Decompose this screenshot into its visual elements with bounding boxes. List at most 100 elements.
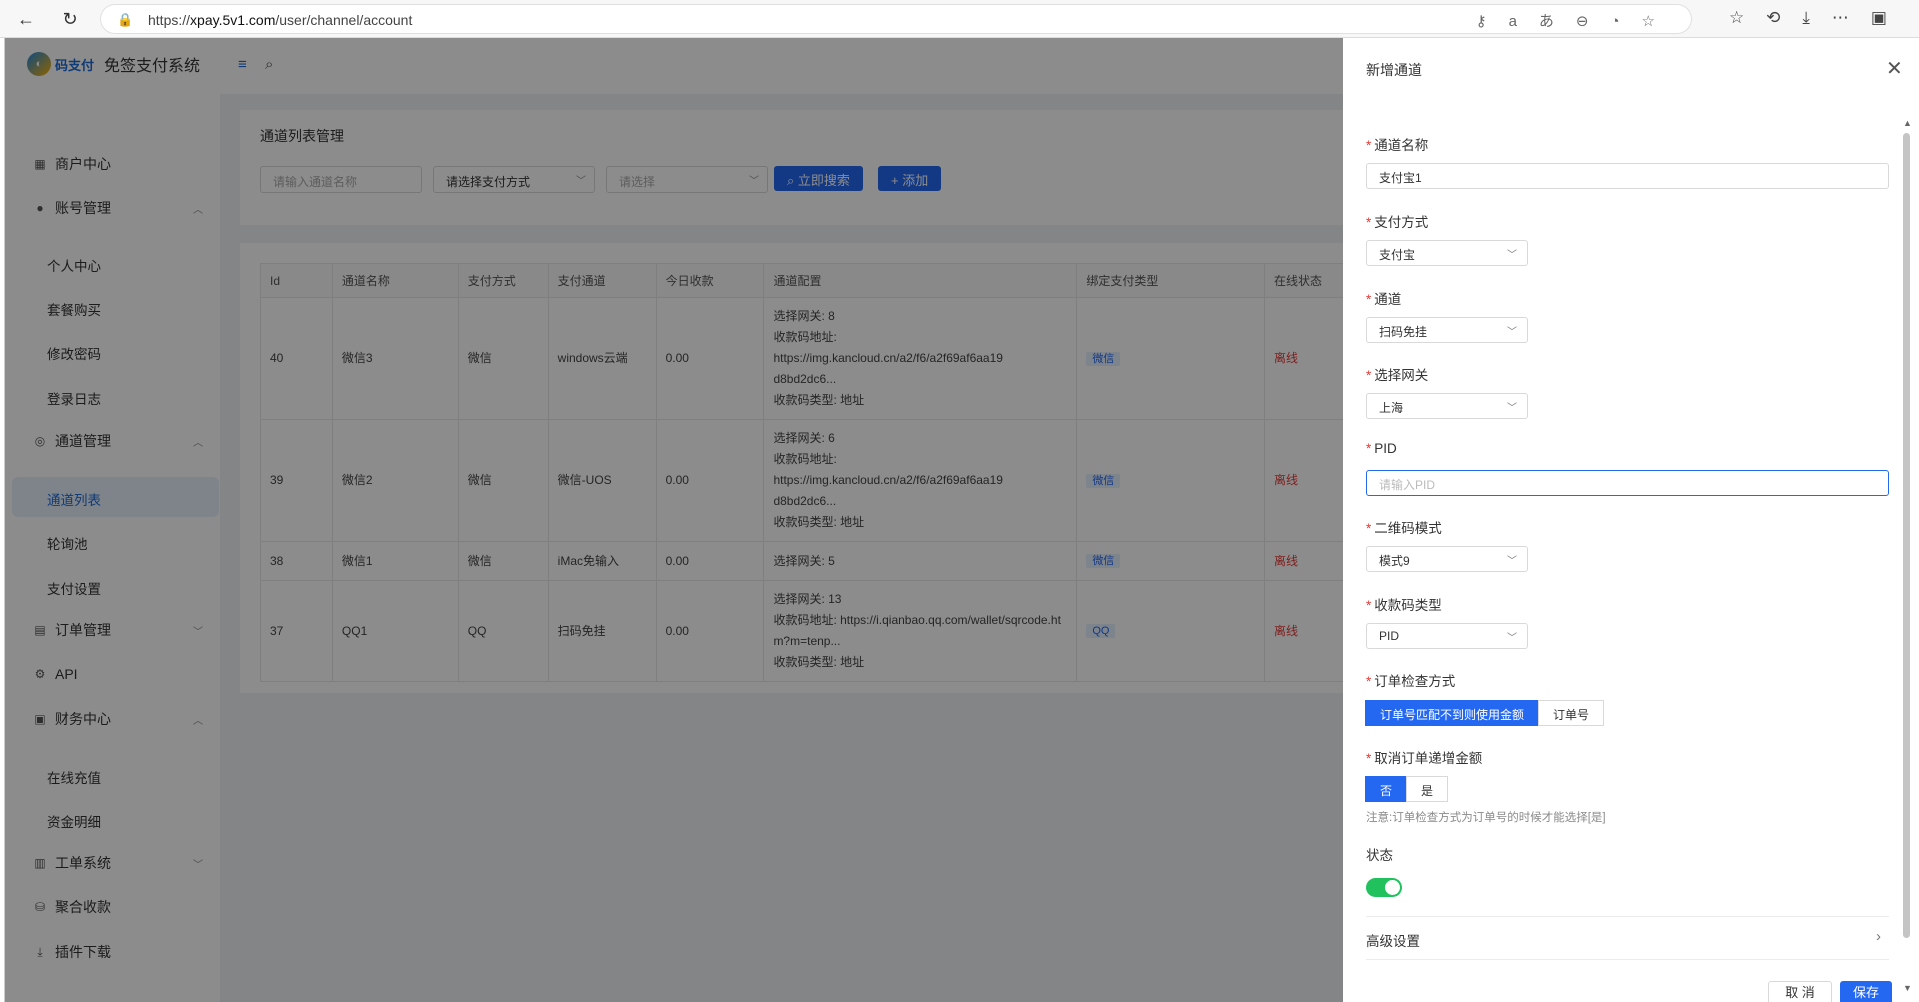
chevron-down-icon: ﹀ [1507,556,1517,567]
scroll-up-icon[interactable]: ▲ [1903,118,1912,128]
sidebar-item-finance-center[interactable]: ▣ 财务中心 ︿ [33,707,203,731]
chevron-down-icon: ﹀ [1507,633,1517,644]
advanced-settings-label: 高级设置 [1366,934,1420,949]
sidebar-item-account-mgmt[interactable]: ● 账号管理 ︿ [33,196,203,220]
user-icon: ● [36,201,44,215]
field-label: * 通道 [1366,292,1402,307]
search-button[interactable]: ⌕ 立即搜索 [774,166,863,191]
search-icon[interactable]: ⌕ [265,56,273,73]
sidebar-item-merchant-center[interactable]: ▦ 商户中心 [33,152,203,176]
order-check-option-order-no[interactable]: 订单号 [1538,700,1605,726]
gateway-select[interactable]: 上海 ﹀ [1366,393,1528,419]
cell-config: 选择网关: 6 收款码地址: https://img.kancloud.cn/a2… [763,419,1078,542]
sidebar-item-fund-details[interactable]: 资金明细 [47,811,101,831]
type-tag: 微信 [1086,351,1121,366]
status-filter[interactable]: 请选择 ﹀ [606,166,768,193]
chevron-down-icon: ﹀ [193,626,203,638]
sidebar-item-package-purchase[interactable]: 套餐购买 [47,299,101,319]
hint-text: 注意:订单检查方式为订单号的时候才能选择[是] [1366,812,1606,824]
coins-icon: ⛁ [34,900,46,914]
add-button[interactable]: + 添加 [878,166,942,191]
chevron-down-icon: ﹀ [576,176,586,187]
field-label: * PID [1366,441,1397,456]
field-label: * 订单检查方式 [1366,674,1456,689]
col-header: 支付通道 [547,263,657,298]
advanced-settings-row[interactable]: 高级设置 › [1366,916,1889,960]
sidebar-item-ticket-system[interactable]: ▥ 工单系统 ﹀ [33,851,203,875]
browser-toolbar-icons[interactable]: ☆⟲⤓⋯▣ [1729,8,1909,28]
cancel-increment-yes[interactable]: 是 [1406,776,1449,802]
scrollbar-thumb[interactable] [1903,133,1910,938]
back-icon[interactable]: ← [12,6,40,32]
table-header-row: Id 通道名称 支付方式 支付通道 今日收款 通道配置 绑定支付类型 在线状态 [260,263,1345,298]
field-label: * 二维码模式 [1366,521,1442,536]
sidebar-item-channel-list[interactable]: 通道列表 [47,489,101,509]
cell-status: 离线 [1264,580,1345,682]
cell-id: 39 [260,419,333,542]
cell-today: 0.00 [655,297,765,420]
save-button[interactable]: 保存 [1840,981,1892,1002]
sidebar-item-order-mgmt[interactable]: ▤ 订单管理 ﹀ [33,618,203,642]
cell-method: QQ [457,580,549,682]
pid-input[interactable]: 请输入PID [1366,470,1889,496]
channel-name-input[interactable]: 支付宝1 [1366,163,1889,189]
sidebar-item-api[interactable]: ⚙ API [33,662,203,686]
col-header: Id [260,263,333,298]
sidebar-item-polling-pool[interactable]: 轮询池 [47,533,88,553]
sidebar-item-login-log[interactable]: 登录日志 [47,388,101,408]
channel-select[interactable]: 扫码免挂 ﹀ [1366,317,1528,343]
card-title: 通道列表管理 [260,128,344,144]
col-header: 在线状态 [1264,263,1345,298]
table-row[interactable]: 39 微信2 微信 微信-UOS 0.00 选择网关: 6 收款码地址: http… [260,419,1345,542]
cell-channel: 扫码免挂 [547,580,657,682]
status-toggle[interactable] [1366,878,1402,897]
sidebar-item-personal-center[interactable]: 个人中心 [47,255,101,275]
app: ◐ 码支付 免签支付系统 ▦ 商户中心 ● 账号管理 ︿ 个人中心 套餐购买 修改密码… [4,38,1919,1002]
chevron-down-icon: ﹀ [193,859,203,871]
cell-name: QQ1 [331,580,459,682]
sidebar-item-channel-mgmt[interactable]: ◎ 通道管理 ︿ [33,429,203,453]
sidebar-item-online-recharge[interactable]: 在线充值 [47,767,101,787]
sidebar-item-aggregated-collection[interactable]: ⛁ 聚合收款 [33,895,203,919]
col-header: 今日收款 [655,263,765,298]
cell-name: 微信1 [331,541,459,581]
table-row[interactable]: 37 QQ1 QQ 扫码免挂 0.00 选择网关: 13 收款码地址: https… [260,580,1345,682]
address-bar-icons[interactable]: ⚷aあ⊖◔☆ [1476,10,1677,31]
logo: ◐ 码支付 免签支付系统 [27,50,200,78]
cell-channel: iMac免输入 [547,541,657,581]
qr-type-select[interactable]: PID ﹀ [1366,623,1528,649]
refresh-icon[interactable]: ↻ [56,6,84,32]
cell-channel: windows云端 [547,297,657,420]
channel-name-search-input[interactable]: 请输入通道名称 [260,166,422,193]
payment-method-select[interactable]: 支付宝 ﹀ [1366,240,1528,266]
table-row[interactable]: 40 微信3 微信 windows云端 0.00 选择网关: 8 收款码地址: h… [260,297,1345,420]
menu-toggle-icon[interactable]: ≡ [238,56,247,73]
cancel-increment-no[interactable]: 否 [1365,776,1408,802]
drawer-title: 新增通道 [1366,62,1422,78]
table-row[interactable]: 38 微信1 微信 iMac免输入 0.00 选择网关: 5 微信 离线 [260,541,1345,581]
gear-icon: ⚙ [34,667,46,681]
payment-method-filter[interactable]: 请选择支付方式 ﹀ [433,166,595,193]
sidebar-item-payment-settings[interactable]: 支付设置 [47,578,101,598]
filter-card: 通道列表管理 请输入通道名称 请选择支付方式 ﹀ 请选择 ﹀ ⌕ 立即搜索 + 添加 [240,110,1345,225]
cell-today: 0.00 [655,419,765,542]
field-label: * 选择网关 [1366,368,1429,383]
scroll-down-icon[interactable]: ▼ [1903,983,1912,993]
cell-name: 微信2 [331,419,459,542]
qr-mode-select[interactable]: 模式9 ﹀ [1366,546,1528,572]
close-icon[interactable]: ✕ [1886,56,1903,81]
order-check-radio-group: 订单号匹配不到则使用金额 订单号 [1365,700,1605,726]
field-label: * 通道名称 [1366,138,1429,153]
cell-today: 0.00 [655,580,765,682]
cell-method: 微信 [457,419,549,542]
status-badge: 离线 [1274,553,1299,568]
col-header: 绑定支付类型 [1076,263,1266,298]
order-check-option-amount[interactable]: 订单号匹配不到则使用金额 [1365,700,1540,726]
field-label: * 支付方式 [1366,215,1429,230]
cell-today: 0.00 [655,541,765,581]
sidebar-item-change-password[interactable]: 修改密码 [47,343,101,363]
plus-icon: + [891,173,903,188]
address-bar[interactable]: 🔒 https://xpay.5v1.com/user/channel/acco… [100,4,1692,34]
cancel-button[interactable]: 取 消 [1768,981,1832,1002]
sidebar-item-plugin-download[interactable]: ⤓ 插件下载 [33,940,203,964]
